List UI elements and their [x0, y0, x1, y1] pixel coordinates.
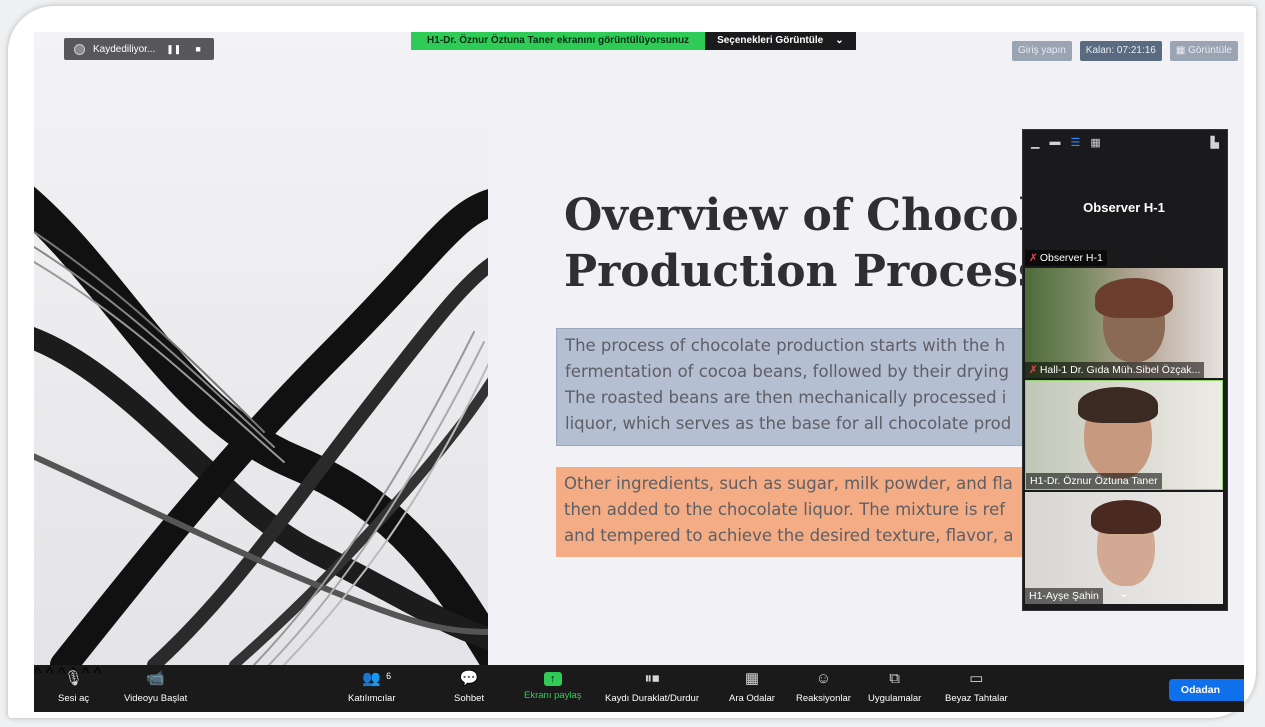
video-options-caret-icon[interactable]: ^: [46, 665, 54, 682]
participant-name: Observer H-1: [1039, 252, 1103, 264]
participant-label: H1-Dr. Öznur Öztuna Taner: [1026, 473, 1162, 489]
start-video-button[interactable]: 📹 Videoyu Başlat: [124, 669, 187, 704]
observer-big-name: Observer H-1: [1083, 200, 1165, 215]
whiteboard-icon: ▭: [969, 670, 984, 687]
video-tile-participant-3[interactable]: H1-Ayşe Şahin ⌄: [1025, 492, 1223, 604]
participants-count: 6: [386, 671, 392, 681]
pause-recording-icon[interactable]: ❚❚: [163, 44, 184, 55]
chat-icon: 💬: [459, 670, 479, 687]
breakout-rooms-icon: ▦: [744, 670, 760, 687]
unmute-button[interactable]: 🎙 Sesi aç: [58, 669, 89, 704]
participant-label: ✗ Hall-1 Dr. Gıda Müh.Sibel Özçak...: [1025, 362, 1205, 378]
stop-recording-icon[interactable]: ■: [192, 44, 203, 54]
view-button[interactable]: ▦ Görüntüle: [1169, 41, 1238, 61]
whiteboards-label: Beyaz Tahtalar: [945, 693, 1008, 704]
participant-name: Hall-1 Dr. Gıda Müh.Sibel Özçak...: [1039, 364, 1201, 376]
screen-share-banner: H1-Dr. Öznur Öztuna Taner ekranını görün…: [411, 32, 856, 50]
window-frame: Overview of Chocolat Production Process …: [8, 6, 1256, 718]
top-right-controls: Giriş yapın Kalan: 07:21:16 ▦ Görüntüle: [1011, 41, 1238, 61]
video-tile-participant-1[interactable]: ✗ Hall-1 Dr. Gıda Müh.Sibel Özçak...: [1025, 268, 1223, 378]
pause-stop-recording-button[interactable]: ⏸⏹ Kaydı Duraklat/Durdur: [605, 669, 699, 704]
pause-stop-icon: ⏸⏹: [644, 670, 660, 687]
share-screen-button[interactable]: ↑ Ekranı paylaş: [524, 669, 582, 701]
strip-view-icon[interactable]: ☰: [1070, 136, 1080, 149]
view-button-label: Görüntüle: [1188, 45, 1232, 56]
share-banner-text: H1-Dr. Öznur Öztuna Taner ekranını görün…: [411, 32, 706, 50]
hair-shape: [1091, 500, 1161, 534]
chevron-down-icon: ⌄: [835, 35, 844, 46]
gallery-toolbar: ▁ ▬ ☰ ▦ ▙: [1023, 130, 1227, 154]
apps-label: Uygulamalar: [868, 693, 922, 704]
recording-indicator: Kaydediliyor... ❚❚ ■: [64, 38, 214, 60]
minimize-icon[interactable]: ▁: [1031, 136, 1039, 149]
reactions-button[interactable]: ☺ Reaksiyonlar: [796, 669, 851, 704]
recording-label: Kaydediliyor...: [93, 43, 156, 55]
video-off-icon: 📹: [146, 670, 165, 687]
mic-muted-icon: 🎙: [64, 670, 84, 687]
login-button[interactable]: Giriş yapın: [1011, 41, 1072, 61]
recording-dot-icon: [74, 43, 85, 55]
participants-icon: 👥 6: [362, 669, 391, 689]
video-gallery-panel: ▁ ▬ ☰ ▦ ▙ Observer H-1 ✗ Observer H-1 ✗ Ha…: [1022, 129, 1228, 611]
reactions-label: Reaksiyonlar: [796, 693, 851, 704]
slide-title-line1: Overview of Chocolat: [564, 190, 1085, 241]
whiteboard-options-caret-icon[interactable]: ^: [94, 665, 102, 682]
breakout-rooms-label: Ara Odalar: [729, 693, 775, 704]
start-video-label: Videoyu Başlat: [124, 693, 188, 704]
slide-artwork: [34, 32, 488, 665]
unmute-label: Sesi aç: [58, 693, 90, 704]
participant-name: H1-Dr. Öznur Öztuna Taner: [1030, 475, 1158, 487]
mic-muted-icon: ✗: [1029, 364, 1038, 376]
abstract-waves-image: [34, 186, 488, 665]
breakout-rooms-button[interactable]: ▦ Ara Odalar: [729, 669, 775, 704]
share-screen-icon: ↑: [543, 672, 562, 686]
participants-button[interactable]: 👥 6 Katılımcılar: [348, 669, 396, 704]
mic-muted-icon: ✗: [1029, 252, 1038, 264]
video-tile-participant-2[interactable]: H1-Dr. Öznur Öztuna Taner: [1025, 380, 1223, 490]
grid-icon: ▦: [1175, 45, 1189, 56]
chat-button[interactable]: 💬 Sohbet: [454, 669, 484, 704]
remaining-time: Kalan: 07:21:16: [1079, 41, 1162, 61]
whiteboards-button[interactable]: ▭ Beyaz Tahtalar: [945, 669, 1008, 704]
view-options-button[interactable]: Seçenekleri Görüntüle ⌄: [705, 32, 856, 50]
view-options-label: Seçenekleri Görüntüle: [717, 35, 824, 46]
chevron-down-icon[interactable]: ⌄: [1025, 586, 1223, 600]
participants-label: Katılımcılar: [348, 693, 396, 704]
participant-label: ✗ Observer H-1: [1025, 250, 1107, 266]
shared-screen: Overview of Chocolat Production Process …: [34, 32, 1244, 712]
hair-shape: [1078, 387, 1158, 423]
leave-room-button[interactable]: Odadan: [1168, 679, 1244, 701]
pop-out-icon[interactable]: ▙: [1211, 136, 1219, 149]
reactions-icon: ☺: [815, 670, 832, 687]
chat-label: Sohbet: [454, 693, 485, 704]
share-screen-label: Ekranı paylaş: [524, 690, 582, 701]
meeting-toolbar: 🎙 Sesi aç ^ 📹 Videoyu Başlat ^ 👥 6 Katılı…: [34, 665, 1244, 712]
apps-icon: ⧉: [889, 670, 901, 687]
video-tile-observer[interactable]: Observer H-1 ✗ Observer H-1: [1025, 154, 1223, 266]
hair-shape: [1095, 278, 1173, 318]
apps-button[interactable]: ⧉ Uygulamalar: [868, 669, 921, 704]
audio-options-caret-icon[interactable]: ^: [34, 665, 42, 682]
pause-stop-label: Kaydı Duraklat/Durdur: [605, 693, 699, 704]
single-view-icon[interactable]: ▬: [1049, 136, 1060, 148]
slide-title-line2: Production Process: [564, 246, 1043, 297]
gallery-view-icon[interactable]: ▦: [1090, 136, 1100, 149]
